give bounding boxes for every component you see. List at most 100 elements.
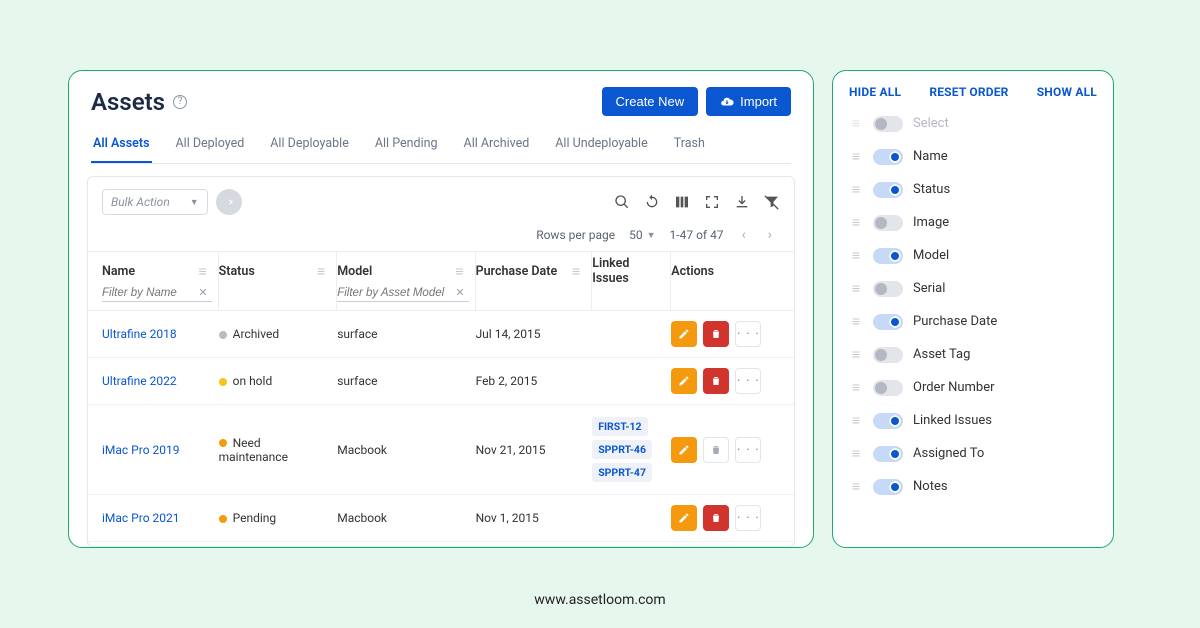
drag-handle-icon[interactable]: ≡ (317, 263, 324, 280)
toggle-switch[interactable] (873, 413, 903, 429)
linked-issues-cell: D2-2 (592, 544, 671, 547)
drag-handle-icon[interactable]: ≡ (198, 263, 205, 280)
help-icon[interactable]: ? (173, 95, 187, 109)
col-name-label: Name (102, 264, 135, 279)
tab-all-undeployable[interactable]: All Undeployable (553, 126, 649, 163)
asset-link[interactable]: Ultrafine 2018 (102, 327, 177, 341)
toggle-switch[interactable] (873, 314, 903, 330)
issue-tag[interactable]: SPPRT-46 (592, 440, 652, 459)
delete-button[interactable] (703, 505, 729, 531)
linked-issues-cell (592, 324, 671, 344)
drag-handle-icon[interactable]: ≡ (849, 214, 863, 231)
delete-button[interactable] (703, 368, 729, 394)
column-toggle-label: Name (913, 149, 948, 164)
footer-link[interactable]: www.assetloom.com (534, 592, 665, 608)
toggle-switch[interactable] (873, 347, 903, 363)
table-row: iMac Pro 2019Need maintenanceMacbookNov … (88, 405, 794, 495)
status-cell: Pending (219, 501, 338, 535)
drag-handle-icon[interactable]: ≡ (849, 313, 863, 330)
asset-link[interactable]: iMac Pro 2019 (102, 443, 180, 457)
drag-handle-icon[interactable]: ≡ (849, 379, 863, 396)
tab-all-deployed[interactable]: All Deployed (174, 126, 247, 163)
bulk-action-select[interactable]: Bulk Action ▼ (102, 189, 208, 215)
issue-tag[interactable]: FIRST-12 (592, 417, 647, 436)
column-toggle-label: Order Number (913, 380, 995, 395)
more-actions-button[interactable]: · · · (735, 321, 761, 347)
toggle-switch (873, 116, 903, 132)
reset-order-button[interactable]: RESET ORDER (929, 85, 1008, 99)
edit-button[interactable] (671, 437, 697, 463)
column-toggle-item: ≡Assigned To (849, 441, 1097, 466)
create-new-button[interactable]: Create New (602, 87, 699, 116)
drag-handle-icon[interactable]: ≡ (849, 478, 863, 495)
pagination-bar: Rows per page 50 ▼ 1-47 of 47 ‹ › (88, 215, 794, 251)
status-dot-icon (219, 331, 227, 339)
toggle-switch[interactable] (873, 149, 903, 165)
purchase-date-cell: Jul 14, 2015 (476, 317, 593, 351)
drag-handle-icon[interactable]: ≡ (849, 247, 863, 264)
toggle-switch[interactable] (873, 182, 903, 198)
delete-button[interactable] (703, 321, 729, 347)
filter-name-input[interactable] (102, 287, 194, 299)
rows-per-page-select[interactable]: 50 ▼ (629, 228, 655, 242)
more-actions-button[interactable]: · · · (735, 368, 761, 394)
next-page-button[interactable]: › (764, 227, 776, 243)
tab-all-archived[interactable]: All Archived (462, 126, 532, 163)
columns-panel: HIDE ALL RESET ORDER SHOW ALL ≡Select≡Na… (832, 70, 1114, 548)
more-actions-button[interactable]: · · · (735, 505, 761, 531)
hide-all-button[interactable]: HIDE ALL (849, 85, 901, 99)
asset-link[interactable]: iMac Pro 2021 (102, 511, 180, 525)
model-cell: surface (337, 364, 475, 398)
drag-handle-icon[interactable]: ≡ (455, 263, 462, 280)
tab-all-assets[interactable]: All Assets (91, 126, 152, 163)
tab-trash[interactable]: Trash (672, 126, 707, 163)
assets-panel: Assets ? Create New Import All AssetsAll… (68, 70, 814, 548)
drag-handle-icon[interactable]: ≡ (849, 412, 863, 429)
column-toggle-item: ≡Model (849, 243, 1097, 268)
tab-all-deployable[interactable]: All Deployable (268, 126, 351, 163)
chevron-down-icon: ▼ (190, 197, 199, 208)
fullscreen-icon[interactable] (704, 194, 720, 210)
toggle-switch[interactable] (873, 215, 903, 231)
drag-handle-icon[interactable]: ≡ (849, 280, 863, 297)
delete-button[interactable] (703, 437, 729, 463)
apply-bulk-button[interactable] (216, 189, 242, 215)
drag-handle-icon[interactable]: ≡ (849, 181, 863, 198)
drag-handle-icon[interactable]: ≡ (849, 148, 863, 165)
issue-tag[interactable]: SPPRT-47 (592, 463, 652, 482)
toggle-switch[interactable] (873, 479, 903, 495)
table-body: Ultrafine 2018ArchivedsurfaceJul 14, 201… (88, 311, 794, 546)
show-all-button[interactable]: SHOW ALL (1037, 85, 1097, 99)
purchase-date-cell: Nov 21, 2015 (476, 433, 593, 467)
asset-link[interactable]: Ultrafine 2022 (102, 374, 177, 388)
drag-handle-icon[interactable]: ≡ (572, 263, 579, 280)
table-row: Ultrafine 2018ArchivedsurfaceJul 14, 201… (88, 311, 794, 358)
col-purchase-date-label: Purchase Date (476, 264, 558, 279)
columns-icon[interactable] (674, 194, 690, 210)
download-icon[interactable] (734, 194, 750, 210)
clear-filter-icon[interactable]: ✕ (451, 286, 468, 299)
toggle-switch[interactable] (873, 281, 903, 297)
tab-all-pending[interactable]: All Pending (373, 126, 440, 163)
column-toggle-label: Notes (913, 479, 948, 494)
toggle-switch[interactable] (873, 446, 903, 462)
refresh-icon[interactable] (644, 194, 660, 210)
edit-button[interactable] (671, 505, 697, 531)
clear-filter-icon[interactable]: ✕ (194, 286, 211, 299)
edit-button[interactable] (671, 321, 697, 347)
more-actions-button[interactable]: · · · (735, 437, 761, 463)
model-cell: surface (337, 317, 475, 351)
column-toggle-item: ≡Serial (849, 276, 1097, 301)
drag-handle-icon[interactable]: ≡ (849, 346, 863, 363)
search-icon[interactable] (614, 194, 630, 210)
toggle-switch[interactable] (873, 248, 903, 264)
edit-button[interactable] (671, 368, 697, 394)
model-cell: Macbook (337, 501, 475, 535)
toggle-switch[interactable] (873, 380, 903, 396)
column-toggle-item: ≡Image (849, 210, 1097, 235)
import-button[interactable]: Import (706, 87, 791, 116)
drag-handle-icon[interactable]: ≡ (849, 445, 863, 462)
filter-off-icon[interactable] (764, 194, 780, 210)
prev-page-button[interactable]: ‹ (738, 227, 750, 243)
filter-model-input[interactable] (337, 287, 451, 299)
